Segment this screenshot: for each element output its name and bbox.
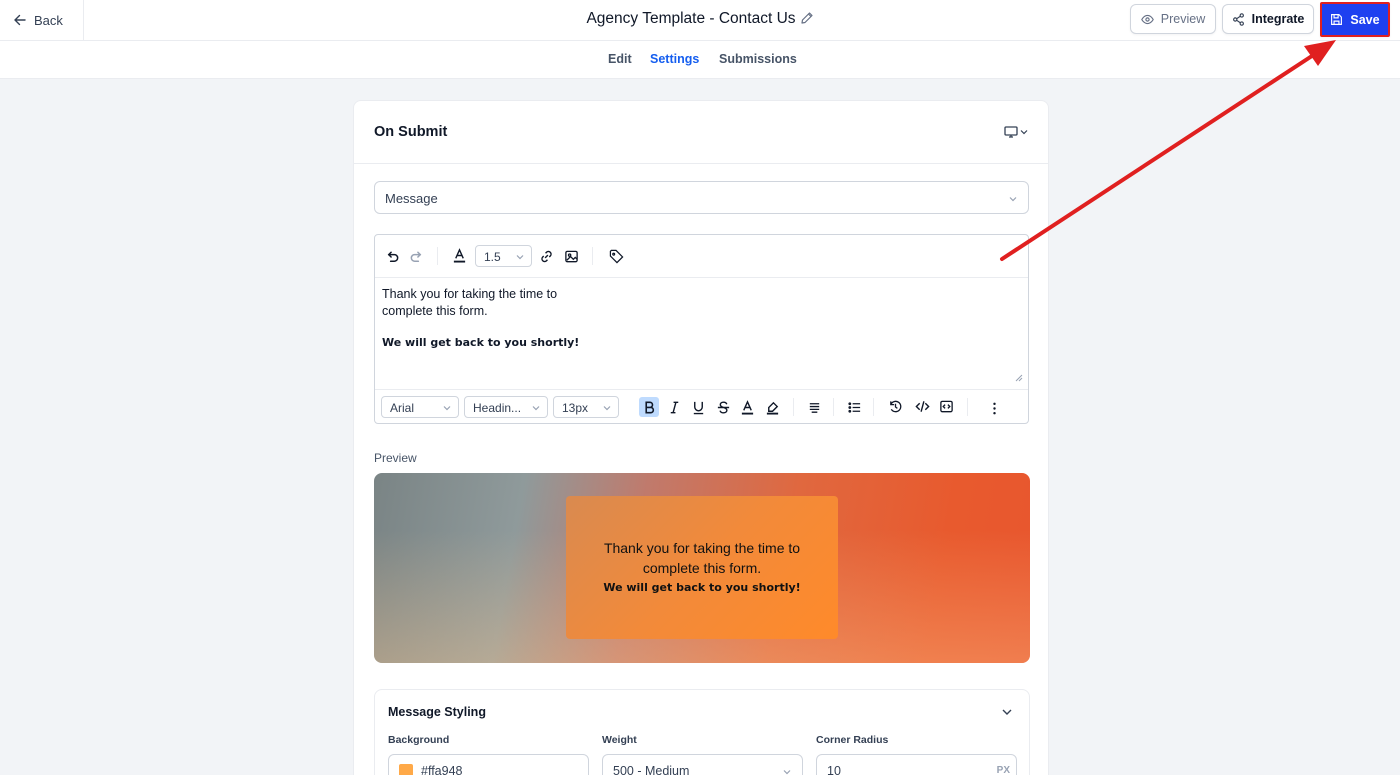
save-button-label: Save <box>1350 12 1380 27</box>
toolbar-divider <box>833 398 834 416</box>
corner-radius-input[interactable]: 10 PX <box>816 754 1017 775</box>
preview-message-box: Thank you for taking the time to complet… <box>566 496 838 639</box>
chevron-down-icon <box>1009 197 1017 202</box>
weight-label: Weight <box>602 734 637 746</box>
weight-value: 500 - Medium <box>613 764 690 775</box>
chevron-down-icon <box>516 255 524 260</box>
tab-submissions[interactable]: Submissions <box>719 52 797 66</box>
tab-edit[interactable]: Edit <box>608 52 632 66</box>
editor-toolbar-top: 1.5 <box>375 235 1028 278</box>
strikethrough-icon[interactable] <box>715 399 731 415</box>
image-icon[interactable] <box>563 248 579 264</box>
share-icon <box>1232 12 1244 26</box>
save-button[interactable]: Save <box>1320 2 1390 37</box>
toolbar-divider <box>967 398 968 416</box>
chevron-down-icon <box>783 770 791 775</box>
font-family-value: Arial <box>390 401 415 415</box>
toolbar-divider <box>592 247 593 265</box>
on-submit-action-select[interactable]: Message <box>374 181 1029 214</box>
link-icon[interactable] <box>538 248 554 264</box>
redo-icon[interactable] <box>408 248 424 264</box>
chevron-down-icon[interactable] <box>1001 706 1013 718</box>
on-submit-action-value: Message <box>385 191 438 206</box>
undo-icon[interactable] <box>384 248 400 264</box>
back-label: Back <box>34 12 63 28</box>
chevron-down-icon <box>532 406 540 411</box>
line-height-select[interactable]: 1.5 <box>475 245 532 267</box>
chevron-down-icon <box>1020 130 1028 135</box>
message-styling-title: Message Styling <box>388 705 486 719</box>
preview-label: Preview <box>374 451 417 465</box>
eye-icon <box>1140 14 1154 24</box>
align-icon[interactable] <box>806 399 822 415</box>
integrate-button[interactable]: Integrate <box>1222 4 1314 34</box>
block-type-select[interactable]: Headin... <box>464 396 548 418</box>
preview-text-line-1: Thank you for taking the time to <box>603 540 801 556</box>
tab-settings[interactable]: Settings <box>650 52 699 66</box>
on-submit-card: On Submit Message 1.5 Thank you for taki… <box>353 100 1049 775</box>
card-title: On Submit <box>374 124 448 140</box>
font-family-select[interactable]: Arial <box>381 396 459 418</box>
toolbar-divider <box>437 247 438 265</box>
preview-text-line-2: complete this form. <box>642 560 762 576</box>
weight-select[interactable]: 500 - Medium <box>602 754 803 775</box>
bullet-list-icon[interactable] <box>846 399 862 415</box>
editor-content[interactable]: Thank you for taking the time to complet… <box>382 286 579 351</box>
line-height-value: 1.5 <box>484 250 501 264</box>
italic-icon[interactable] <box>666 399 682 415</box>
card-header: On Submit <box>354 101 1048 164</box>
color-swatch[interactable] <box>399 764 413 775</box>
toolbar-divider <box>873 398 874 416</box>
background-label: Background <box>388 734 450 746</box>
bold-icon[interactable] <box>639 397 659 417</box>
back-button[interactable]: Back <box>0 0 84 40</box>
preview-button[interactable]: Preview <box>1130 4 1216 34</box>
font-size-value: 13px <box>562 401 589 415</box>
editor-text-line-2: complete this form. <box>382 304 488 318</box>
code-icon[interactable] <box>914 398 930 414</box>
history-icon[interactable] <box>887 398 903 414</box>
toolbar-divider <box>793 398 794 416</box>
save-icon <box>1331 14 1343 25</box>
chevron-down-icon <box>443 406 451 411</box>
embed-code-icon[interactable] <box>938 398 954 414</box>
more-vertical-icon[interactable] <box>986 400 1002 416</box>
integrate-button-label: Integrate <box>1251 12 1305 26</box>
device-toggle[interactable] <box>1004 125 1030 139</box>
tab-bar: Edit Settings Submissions <box>0 41 1400 79</box>
pencil-icon[interactable] <box>800 11 814 25</box>
message-preview: Thank you for taking the time to complet… <box>374 473 1030 663</box>
chevron-down-icon <box>603 406 611 411</box>
text-color-icon[interactable] <box>451 247 467 263</box>
page-title-text: Agency Template - Contact Us <box>586 10 796 27</box>
editor-toolbar-bottom: Arial Headin... 13px <box>375 389 1028 424</box>
background-color-value: #ffa948 <box>421 764 463 775</box>
editor-text-bold: We will get back to you shortly! <box>382 336 580 349</box>
tag-icon[interactable] <box>607 247 625 265</box>
font-color-icon[interactable] <box>739 399 755 415</box>
preview-text-bold: We will get back to you shortly! <box>603 581 801 594</box>
background-color-field[interactable]: #ffa948 <box>388 754 589 775</box>
arrow-left-icon <box>14 14 26 26</box>
monitor-icon <box>1004 126 1018 138</box>
font-size-select[interactable]: 13px <box>553 396 619 418</box>
editor-text-line-1: Thank you for taking the time to <box>382 287 558 301</box>
highlight-icon[interactable] <box>764 399 780 415</box>
underline-icon[interactable] <box>690 399 706 415</box>
corner-radius-label: Corner Radius <box>816 734 889 746</box>
corner-radius-unit: PX <box>996 765 1010 775</box>
message-editor[interactable]: 1.5 Thank you for taking the time to com… <box>374 234 1029 424</box>
message-styling-panel: Message Styling Background #ffa948 Weigh… <box>374 689 1030 775</box>
preview-button-label: Preview <box>1160 12 1206 26</box>
resize-handle-icon[interactable] <box>1015 374 1023 382</box>
corner-radius-value: 10 <box>827 764 841 775</box>
top-bar: Back Agency Template - Contact Us Previe… <box>0 0 1400 41</box>
block-type-value: Headin... <box>473 401 522 415</box>
